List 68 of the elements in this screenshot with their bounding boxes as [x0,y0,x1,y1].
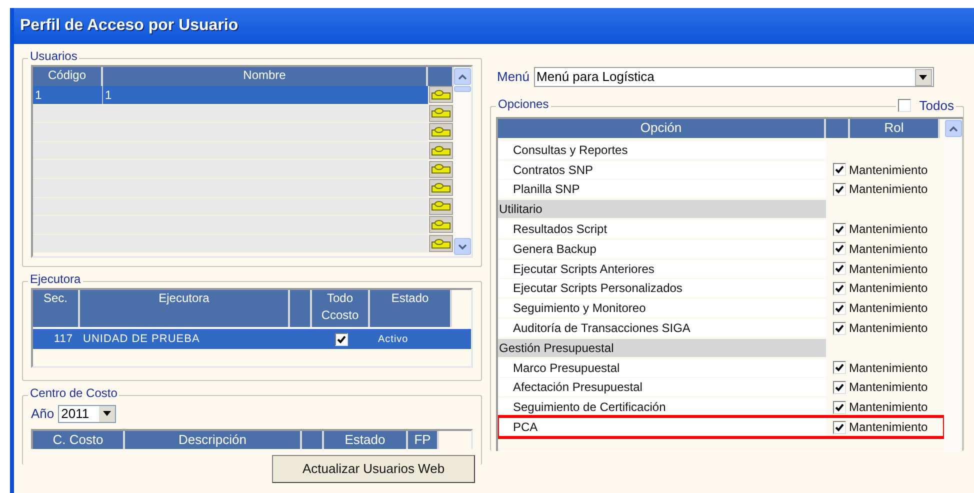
column-header: Todo Ccosto [312,290,370,327]
column-header-blank [290,290,312,327]
checkbox[interactable] [833,282,846,295]
column-header: Ejecutora [80,290,290,327]
table-cell-text: UNIDAD DE PRUEBA [82,332,201,347]
role-label: Mantenimiento [849,379,928,396]
column-header: Sec. [33,290,80,327]
update-users-button[interactable]: Actualizar Usuarios Web [272,455,475,483]
table-cell[interactable]: 1 [103,86,428,104]
role-label: Mantenimiento [849,399,928,416]
table-cell[interactable]: 1 [33,86,103,104]
scrollbar[interactable] [944,119,963,451]
column-header: Estado [370,290,452,327]
group-row-label[interactable]: Utilitario [498,200,542,218]
scroll-up-button[interactable] [454,68,471,85]
chevron-down-icon [458,244,467,250]
checkbox[interactable] [833,400,846,414]
checkbox[interactable] [833,322,846,335]
column-header: Descripción [125,430,302,448]
option-label[interactable]: PCA [498,418,538,436]
checkbox[interactable] [833,182,846,196]
column-header: FP [408,430,439,448]
todos-checkbox[interactable] [898,99,912,112]
scrollbar[interactable] [454,67,471,256]
role-label: Mantenimiento [849,419,928,436]
role-label: Mantenimiento [849,181,928,198]
scroll-thumb[interactable] [454,86,471,92]
column-header-blank [302,430,324,448]
role-label: Mantenimiento [849,320,928,338]
year-label: Año [31,405,54,423]
checkbox[interactable] [833,222,846,236]
checkbox[interactable] [833,420,846,434]
column-header: Estado [324,430,408,448]
checkbox[interactable] [833,262,846,276]
group-label: Opciones [496,97,551,112]
checkbox[interactable] [833,242,846,256]
column-header-blank [826,119,850,138]
window-title: Perfil de Acceso por Usuario [20,16,238,36]
checkbox[interactable] [833,163,846,176]
todos-label: Todos [919,97,954,115]
column-header: Nombre [103,67,428,86]
checkbox[interactable] [334,332,348,346]
role-label: Mantenimiento [849,280,928,298]
role-label: Mantenimiento [849,240,928,258]
checkbox[interactable] [833,380,846,394]
chevron-up-icon [458,74,467,80]
column-header: Rol [850,119,940,138]
table-cell-text: Activo [377,332,408,346]
checkbox[interactable] [833,302,846,315]
table-cell-text: 117 [52,332,74,347]
column-header: C. Costo [33,430,125,448]
role-label: Mantenimiento [849,300,928,318]
role-label: Mantenimiento [849,221,928,238]
role-label: Mantenimiento [849,162,928,179]
column-header: Opción [498,119,826,138]
column-header: Código [33,67,103,86]
menu-label: Menú [497,68,530,86]
role-label: Mantenimiento [849,360,928,377]
role-label: Mantenimiento [849,260,928,278]
menu-dropdown[interactable]: Menú para Logística [534,67,934,87]
checkbox[interactable] [833,361,846,374]
scroll-down-button[interactable] [454,238,471,255]
table-row[interactable]: 117 UNIDAD DE PRUEBA Activo [33,329,471,349]
column-header-blank [428,67,454,86]
group-label: Ejecutora [28,272,83,287]
year-dropdown[interactable]: 2011 [58,404,116,423]
scroll-up-button[interactable] [944,120,962,137]
chevron-up-icon [948,126,958,132]
